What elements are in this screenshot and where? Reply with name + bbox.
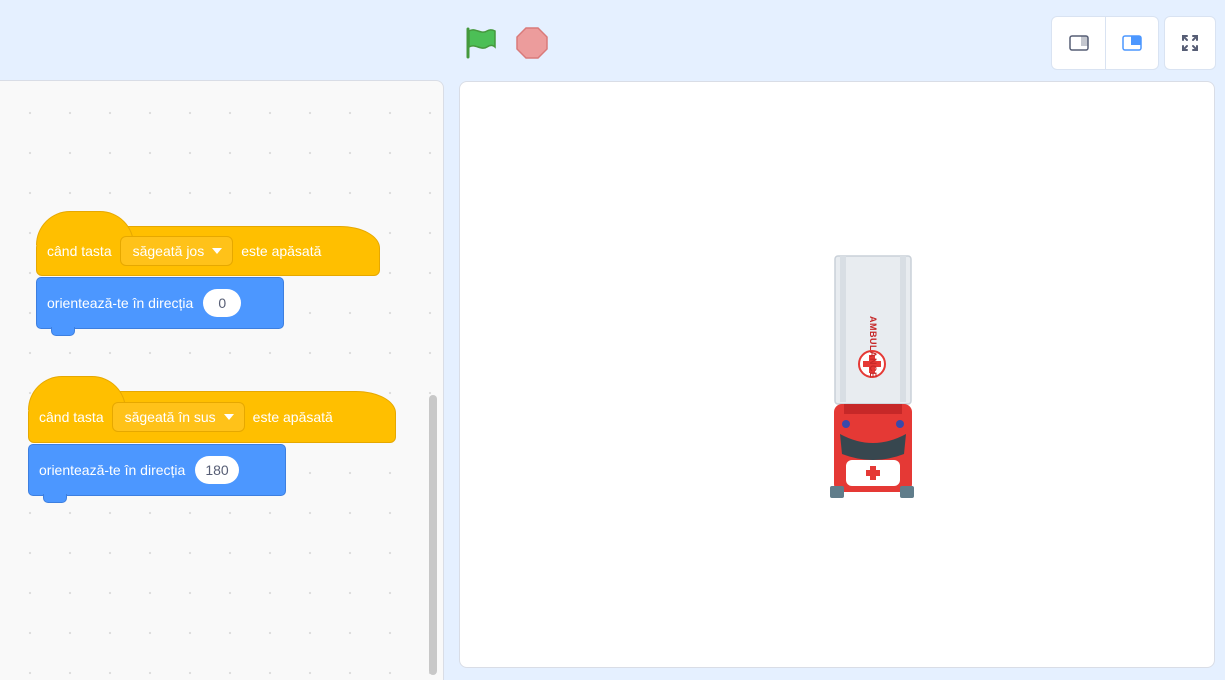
code-workspace[interactable]: când tasta săgeată jos este apăsată orie… <box>0 80 444 680</box>
small-stage-icon <box>1068 35 1089 51</box>
vertical-scrollbar[interactable] <box>429 395 437 675</box>
key-dropdown-value: săgeată jos <box>132 243 205 259</box>
fullscreen-icon <box>1182 35 1198 51</box>
stop-sign-icon <box>516 27 548 59</box>
key-dropdown[interactable]: săgeată în sus <box>111 402 245 432</box>
hat-block-prefix: când tasta <box>39 409 104 425</box>
direction-input[interactable]: 0 <box>203 289 242 317</box>
green-flag-icon <box>466 27 496 59</box>
dropdown-caret-icon <box>223 414 234 420</box>
dropdown-caret-icon <box>212 248 223 254</box>
point-in-direction-block[interactable]: orientează-te în direcția 180 <box>28 444 286 503</box>
normal-stage-icon <box>1121 35 1142 51</box>
hat-block-prefix: când tasta <box>47 243 112 259</box>
point-in-direction-block[interactable]: orientează-te în direcția 0 <box>36 277 284 336</box>
hat-block-content: când tasta săgeată jos este apăsată <box>37 236 321 266</box>
motion-block-label: orientează-te în direcția <box>39 462 186 478</box>
key-dropdown[interactable]: săgeată jos <box>119 236 234 266</box>
stage-size-toggle <box>1051 16 1159 70</box>
hat-block-suffix: este apăsată <box>241 243 322 259</box>
green-flag-button[interactable] <box>463 25 499 61</box>
normal-stage-button[interactable] <box>1105 17 1158 69</box>
block-notch <box>51 327 75 336</box>
direction-input[interactable]: 180 <box>195 456 239 484</box>
hat-block-suffix: este apăsată <box>252 409 333 425</box>
ambulance-label: AMBULANCE <box>868 316 878 379</box>
stage-header <box>0 0 1225 80</box>
stop-button[interactable] <box>515 26 549 60</box>
fullscreen-button[interactable] <box>1164 16 1216 70</box>
stage[interactable]: AMBULANCE <box>459 81 1215 668</box>
motion-block-label: orientează-te în direcția <box>47 295 194 311</box>
key-dropdown-value: săgeată în sus <box>124 409 216 425</box>
when-key-pressed-block[interactable]: când tasta săgeată jos este apăsată <box>36 211 380 276</box>
hat-block-content: când tasta săgeată în sus este apăsată <box>29 402 333 432</box>
ambulance-sprite[interactable]: AMBULANCE <box>830 254 914 500</box>
block-notch <box>43 494 67 503</box>
small-stage-button[interactable] <box>1052 17 1106 69</box>
when-key-pressed-block[interactable]: când tasta săgeată în sus este apăsată <box>28 376 396 443</box>
